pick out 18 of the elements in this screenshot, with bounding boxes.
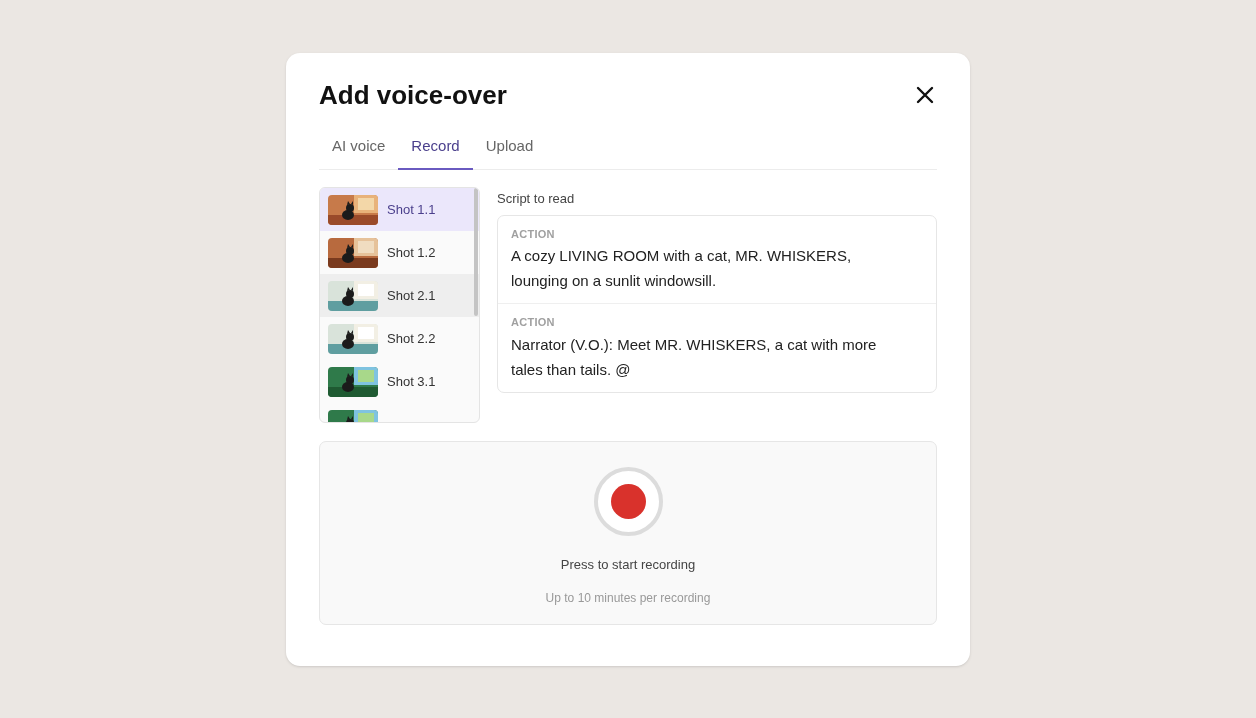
- record-prompt: Press to start recording: [560, 556, 696, 574]
- scrollbar[interactable]: [474, 188, 478, 316]
- record-hint: Up to 10 minutes per recording: [545, 589, 711, 607]
- block-tag: ACTION: [511, 225, 923, 242]
- shot-item[interactable]: Shot 1.2: [320, 231, 479, 274]
- shot-item[interactable]: Shot 2.1: [320, 274, 479, 317]
- block-tag: ACTION: [511, 314, 923, 331]
- record-icon: [610, 484, 646, 519]
- tab[interactable]: Upload: [472, 134, 547, 170]
- shot-item[interactable]: Shot 2.2: [320, 317, 479, 360]
- script-text: Narrator (V.O.): Meet MR. WHISKERS, a cat with more tales than tails. @: [511, 334, 878, 380]
- shot-item[interactable]: Shot 3.1: [320, 360, 479, 403]
- tab[interactable]: AI voice: [319, 134, 399, 170]
- script-label: Script to read: [497, 190, 576, 208]
- tab[interactable]: Record: [398, 134, 473, 170]
- script-text: A cozy LIVING ROOM with a cat, MR. WHISKERS, lounging on a sunlit windowsill.: [511, 246, 853, 291]
- dialog-title: Add voice-over: [319, 78, 507, 112]
- shot-item[interactable]: Shot 1.1: [320, 188, 479, 231]
